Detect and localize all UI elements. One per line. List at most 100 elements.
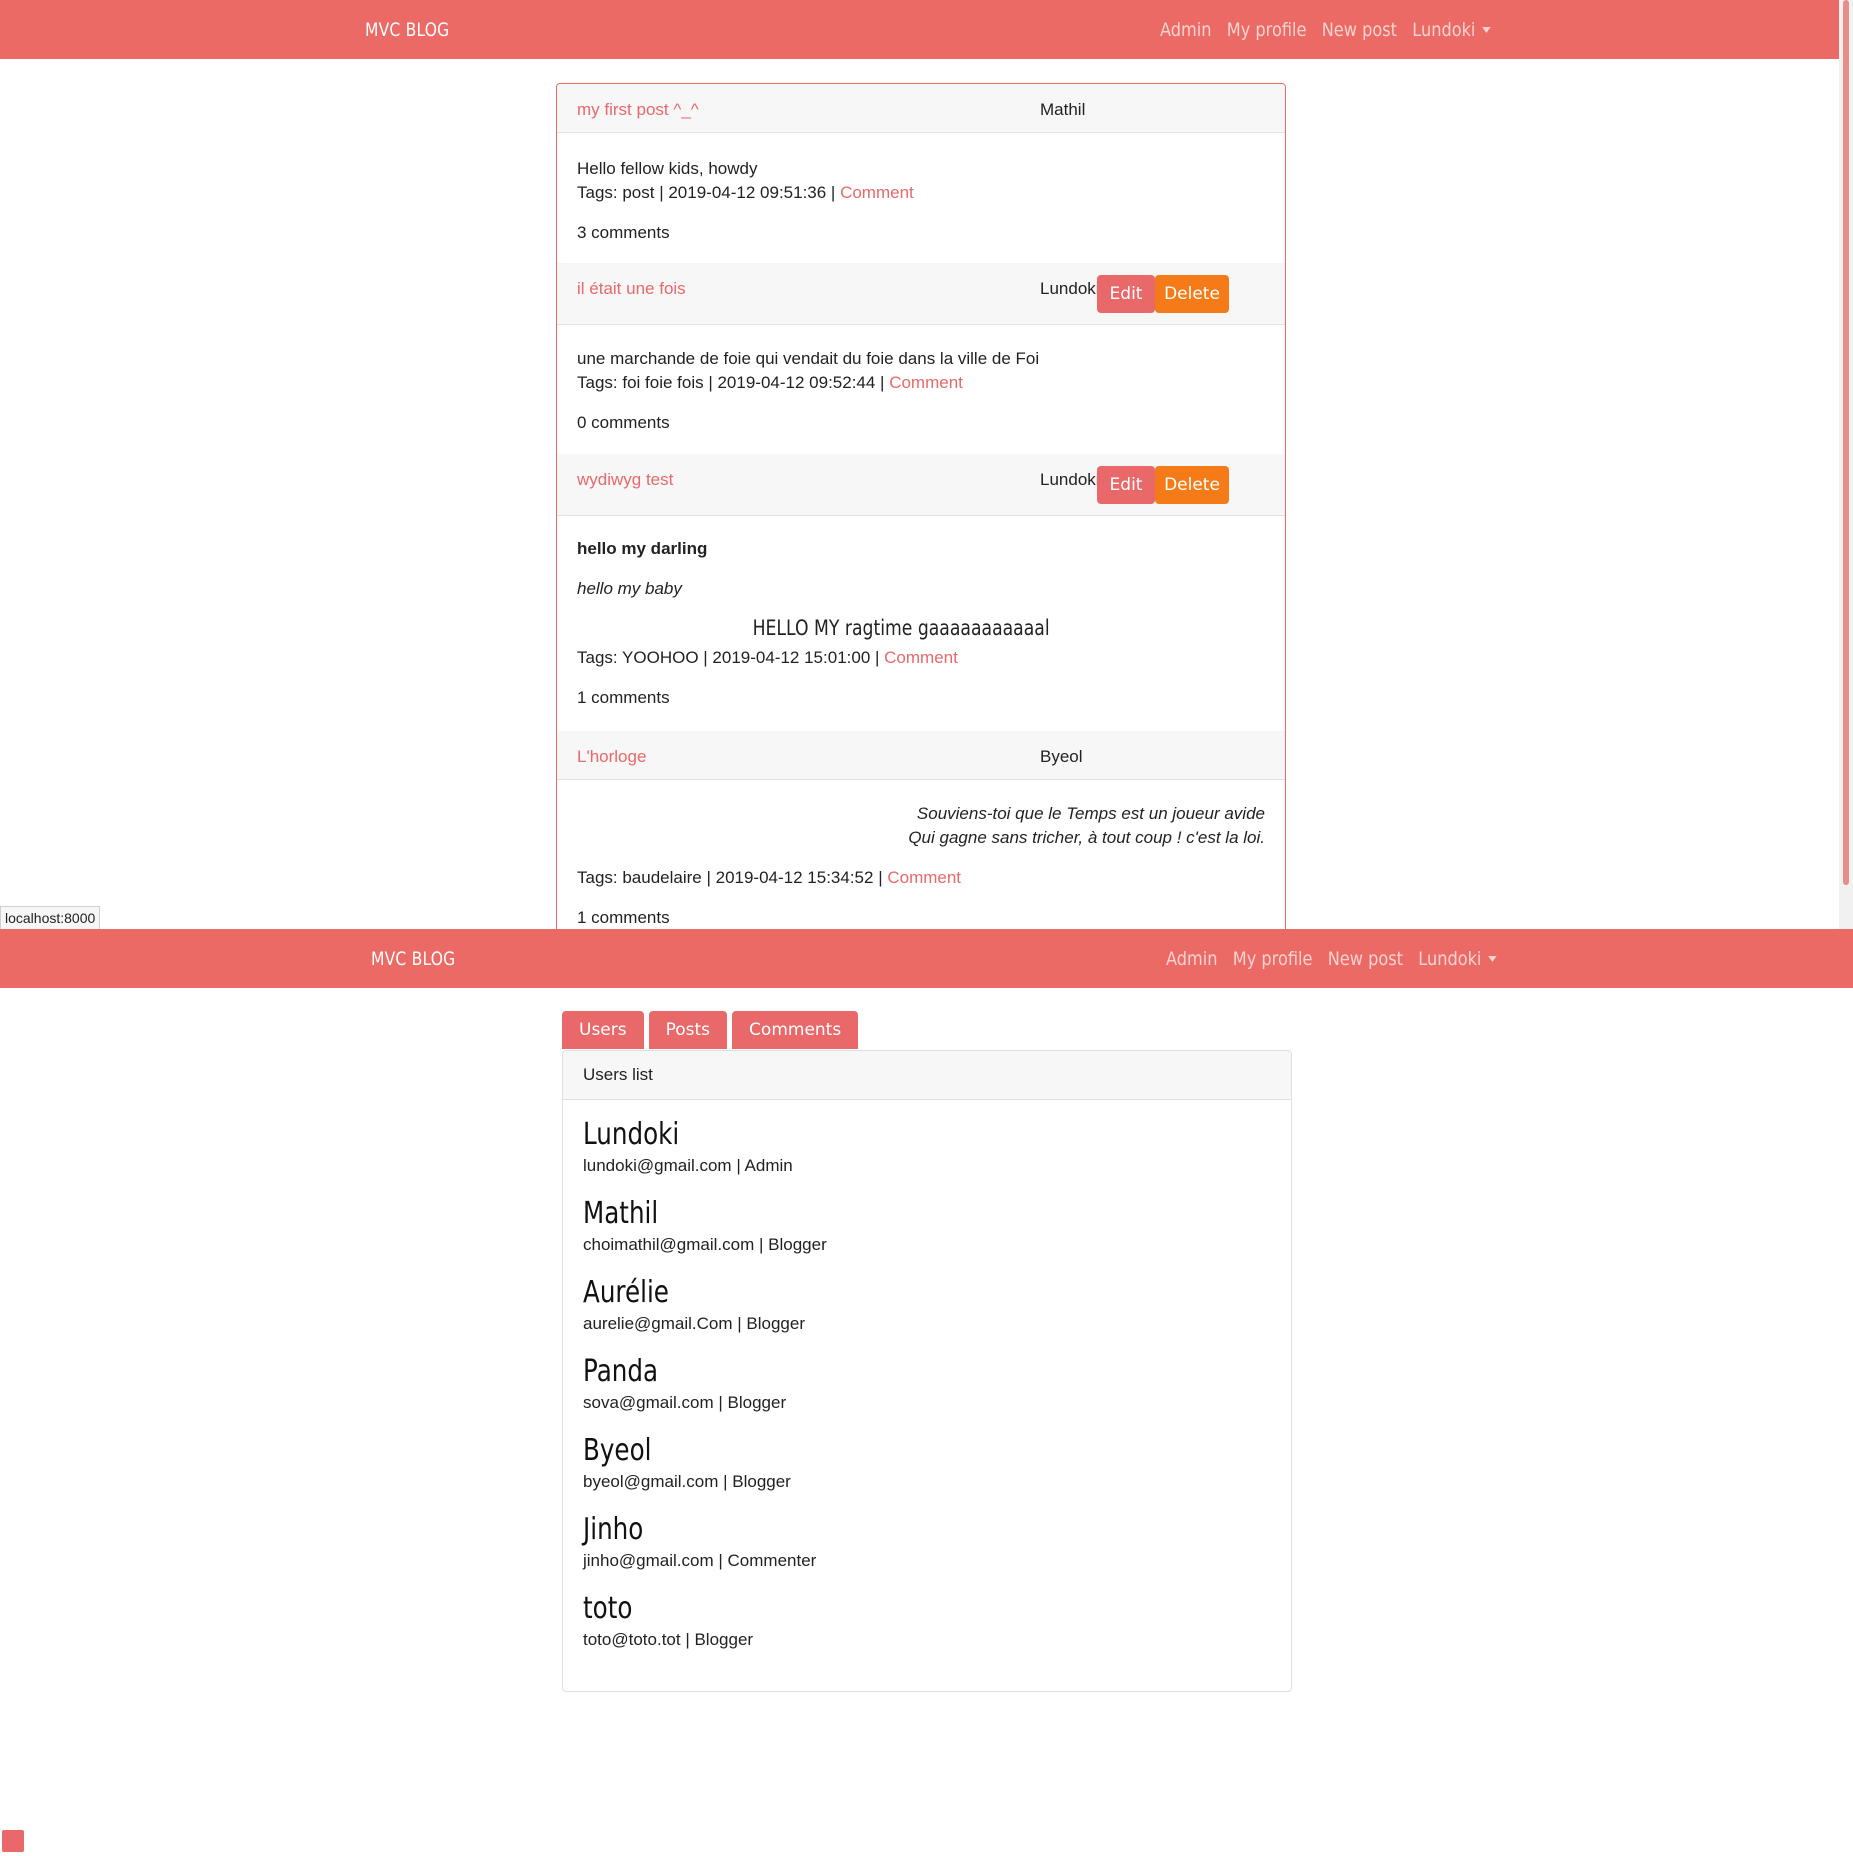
user-item: Panda sova@gmail.com | Blogger	[583, 1354, 786, 1413]
post-author: Lundoki	[1040, 279, 1100, 298]
post-author: Mathil	[1040, 100, 1086, 119]
post-title-link[interactable]: il était une fois	[577, 279, 686, 299]
user-role: Commenter	[727, 1551, 817, 1570]
comment-link[interactable]: Comment	[884, 648, 958, 667]
post-body: Souviens-toi que le Temps est un joueur …	[557, 780, 1285, 929]
user-email: toto@toto.tot	[583, 1630, 681, 1649]
scrollbar-thumb[interactable]	[1843, 0, 1849, 885]
navbar: MVC BLOG Admin My profile New post Lundo…	[0, 0, 1853, 59]
user-email: sova@gmail.com	[583, 1393, 714, 1412]
chevron-down-icon	[1488, 956, 1497, 962]
brand-link[interactable]: MVC BLOG	[371, 948, 455, 970]
post-content-bold: hello my darling	[577, 539, 708, 558]
post-body: hello my darling hello my baby HELLO MY …	[557, 516, 1285, 731]
user-name: Aurélie	[583, 1275, 669, 1310]
post-title-link[interactable]: L'horloge	[577, 747, 646, 767]
edit-button[interactable]: Edit	[1097, 466, 1155, 504]
user-meta: choimathil@gmail.com | Blogger	[583, 1235, 827, 1254]
comment-count: 1 comments	[577, 908, 670, 927]
post-header: L'horloge Byeol	[557, 731, 1285, 780]
post-body: Hello fellow kids, howdy Tags: post | 20…	[557, 133, 1285, 263]
nav-admin-link[interactable]: Admin	[1166, 948, 1217, 970]
post-content: Hello fellow kids, howdy	[577, 159, 758, 178]
user-role: Blogger	[727, 1393, 787, 1412]
comment-count: 0 comments	[577, 413, 670, 432]
nav-my-profile-link[interactable]: My profile	[1233, 948, 1313, 970]
user-email: jinho@gmail.com	[583, 1551, 714, 1570]
user-meta: lundoki@gmail.com | Admin	[583, 1156, 793, 1175]
user-name: toto	[583, 1591, 633, 1626]
user-email: choimathil@gmail.com	[583, 1235, 755, 1254]
panel-title: Users list	[563, 1051, 1291, 1100]
user-email: aurelie@gmail.Com	[583, 1314, 733, 1333]
post-title-link[interactable]: wydiwyg test	[577, 470, 673, 490]
scrollbar[interactable]	[1839, 0, 1853, 929]
comment-link[interactable]: Comment	[887, 868, 961, 887]
comment-link[interactable]: Comment	[889, 373, 963, 392]
user-email: byeol@gmail.com	[583, 1472, 719, 1491]
post-meta-text: Tags: YOOHOO | 2019-04-12 15:01:00 |	[577, 648, 885, 667]
tab-users[interactable]: Users	[562, 1011, 644, 1049]
post-content-heading: HELLO MY ragtime gaaaaaaaaaaal	[557, 616, 1245, 640]
post-meta: Tags: baudelaire | 2019-04-12 15:34:52 |…	[577, 868, 961, 888]
app-favicon-icon	[2, 1830, 24, 1852]
delete-button[interactable]: Delete	[1155, 466, 1229, 504]
user-meta: byeol@gmail.com | Blogger	[583, 1472, 791, 1491]
post-meta: Tags: YOOHOO | 2019-04-12 15:01:00 | Com…	[577, 648, 958, 668]
chevron-down-icon	[1482, 27, 1491, 33]
post-content-italic: hello my baby	[577, 579, 682, 598]
comment-link[interactable]: Comment	[840, 183, 914, 202]
user-menu-dropdown[interactable]: Lundoki	[1412, 18, 1491, 41]
nav-links: Admin My profile New post Lundoki	[1160, 0, 1506, 59]
user-role: Blogger	[768, 1235, 827, 1254]
user-meta: jinho@gmail.com | Commenter	[583, 1551, 817, 1570]
user-menu-label: Lundoki	[1418, 947, 1482, 970]
post-title-link[interactable]: my first post ^_^	[577, 100, 699, 120]
post-content-heading-text: HELLO MY ragtime gaaaaaaaaaaal	[752, 616, 1050, 640]
nav-links: Admin My profile New post Lundoki	[1166, 929, 1512, 988]
user-name: Mathil	[583, 1196, 659, 1231]
edit-button[interactable]: Edit	[1097, 275, 1155, 313]
post-header: il était une fois Lundoki Edit Delete	[557, 263, 1285, 325]
nav-new-post-link[interactable]: New post	[1328, 948, 1403, 970]
users-panel: Users list Lundoki lundoki@gmail.com | A…	[562, 1050, 1292, 1692]
user-item: Mathil choimathil@gmail.com | Blogger	[583, 1196, 827, 1255]
user-meta: aurelie@gmail.Com | Blogger	[583, 1314, 806, 1333]
user-role: Admin	[744, 1156, 793, 1175]
tab-posts[interactable]: Posts	[648, 1011, 728, 1049]
user-meta: sova@gmail.com | Blogger	[583, 1393, 787, 1412]
user-menu-label: Lundoki	[1412, 18, 1476, 41]
nav-my-profile-link[interactable]: My profile	[1227, 19, 1307, 41]
admin-page: MVC BLOG Admin My profile New post Lundo…	[0, 929, 1853, 1856]
user-item: Lundoki lundoki@gmail.com | Admin	[583, 1117, 793, 1176]
tab-comments[interactable]: Comments	[732, 1011, 859, 1049]
delete-button[interactable]: Delete	[1155, 275, 1229, 313]
user-role: Blogger	[732, 1472, 791, 1491]
user-name: Byeol	[583, 1433, 652, 1468]
post-content: Souviens-toi que le Temps est un joueur …	[916, 804, 1265, 823]
comment-count: 1 comments	[577, 688, 670, 707]
nav-new-post-link[interactable]: New post	[1322, 19, 1397, 41]
post-meta-text: Tags: post | 2019-04-12 09:51:36 |	[577, 183, 841, 202]
post-author: Byeol	[1040, 747, 1083, 766]
user-name: Panda	[583, 1354, 659, 1389]
user-role: Blogger	[746, 1314, 806, 1333]
post-meta: Tags: post | 2019-04-12 09:51:36 | Comme…	[577, 183, 914, 203]
user-item: Byeol byeol@gmail.com | Blogger	[583, 1433, 791, 1492]
user-email: lundoki@gmail.com	[583, 1156, 732, 1175]
post-header: my first post ^_^ Mathil	[557, 84, 1285, 133]
user-name: Lundoki	[583, 1117, 680, 1152]
navbar: MVC BLOG Admin My profile New post Lundo…	[0, 929, 1853, 988]
user-item: Aurélie aurelie@gmail.Com | Blogger	[583, 1275, 805, 1334]
post-content: Qui gagne sans tricher, à tout coup ! c'…	[908, 828, 1265, 847]
user-role: Blogger	[694, 1630, 754, 1649]
posts-card: my first post ^_^ Mathil Hello fellow ki…	[556, 83, 1286, 929]
posts-page: MVC BLOG Admin My profile New post Lundo…	[0, 0, 1853, 929]
post-meta-text: Tags: foi foie fois | 2019-04-12 09:52:4…	[577, 373, 890, 392]
user-menu-dropdown[interactable]: Lundoki	[1418, 947, 1497, 970]
nav-admin-link[interactable]: Admin	[1160, 19, 1211, 41]
post-body: une marchande de foie qui vendait du foi…	[557, 325, 1285, 454]
post-meta-text: Tags: baudelaire | 2019-04-12 15:34:52 |	[577, 868, 888, 887]
brand-link[interactable]: MVC BLOG	[365, 19, 449, 41]
admin-tabs: Users Posts Comments	[562, 1011, 859, 1049]
